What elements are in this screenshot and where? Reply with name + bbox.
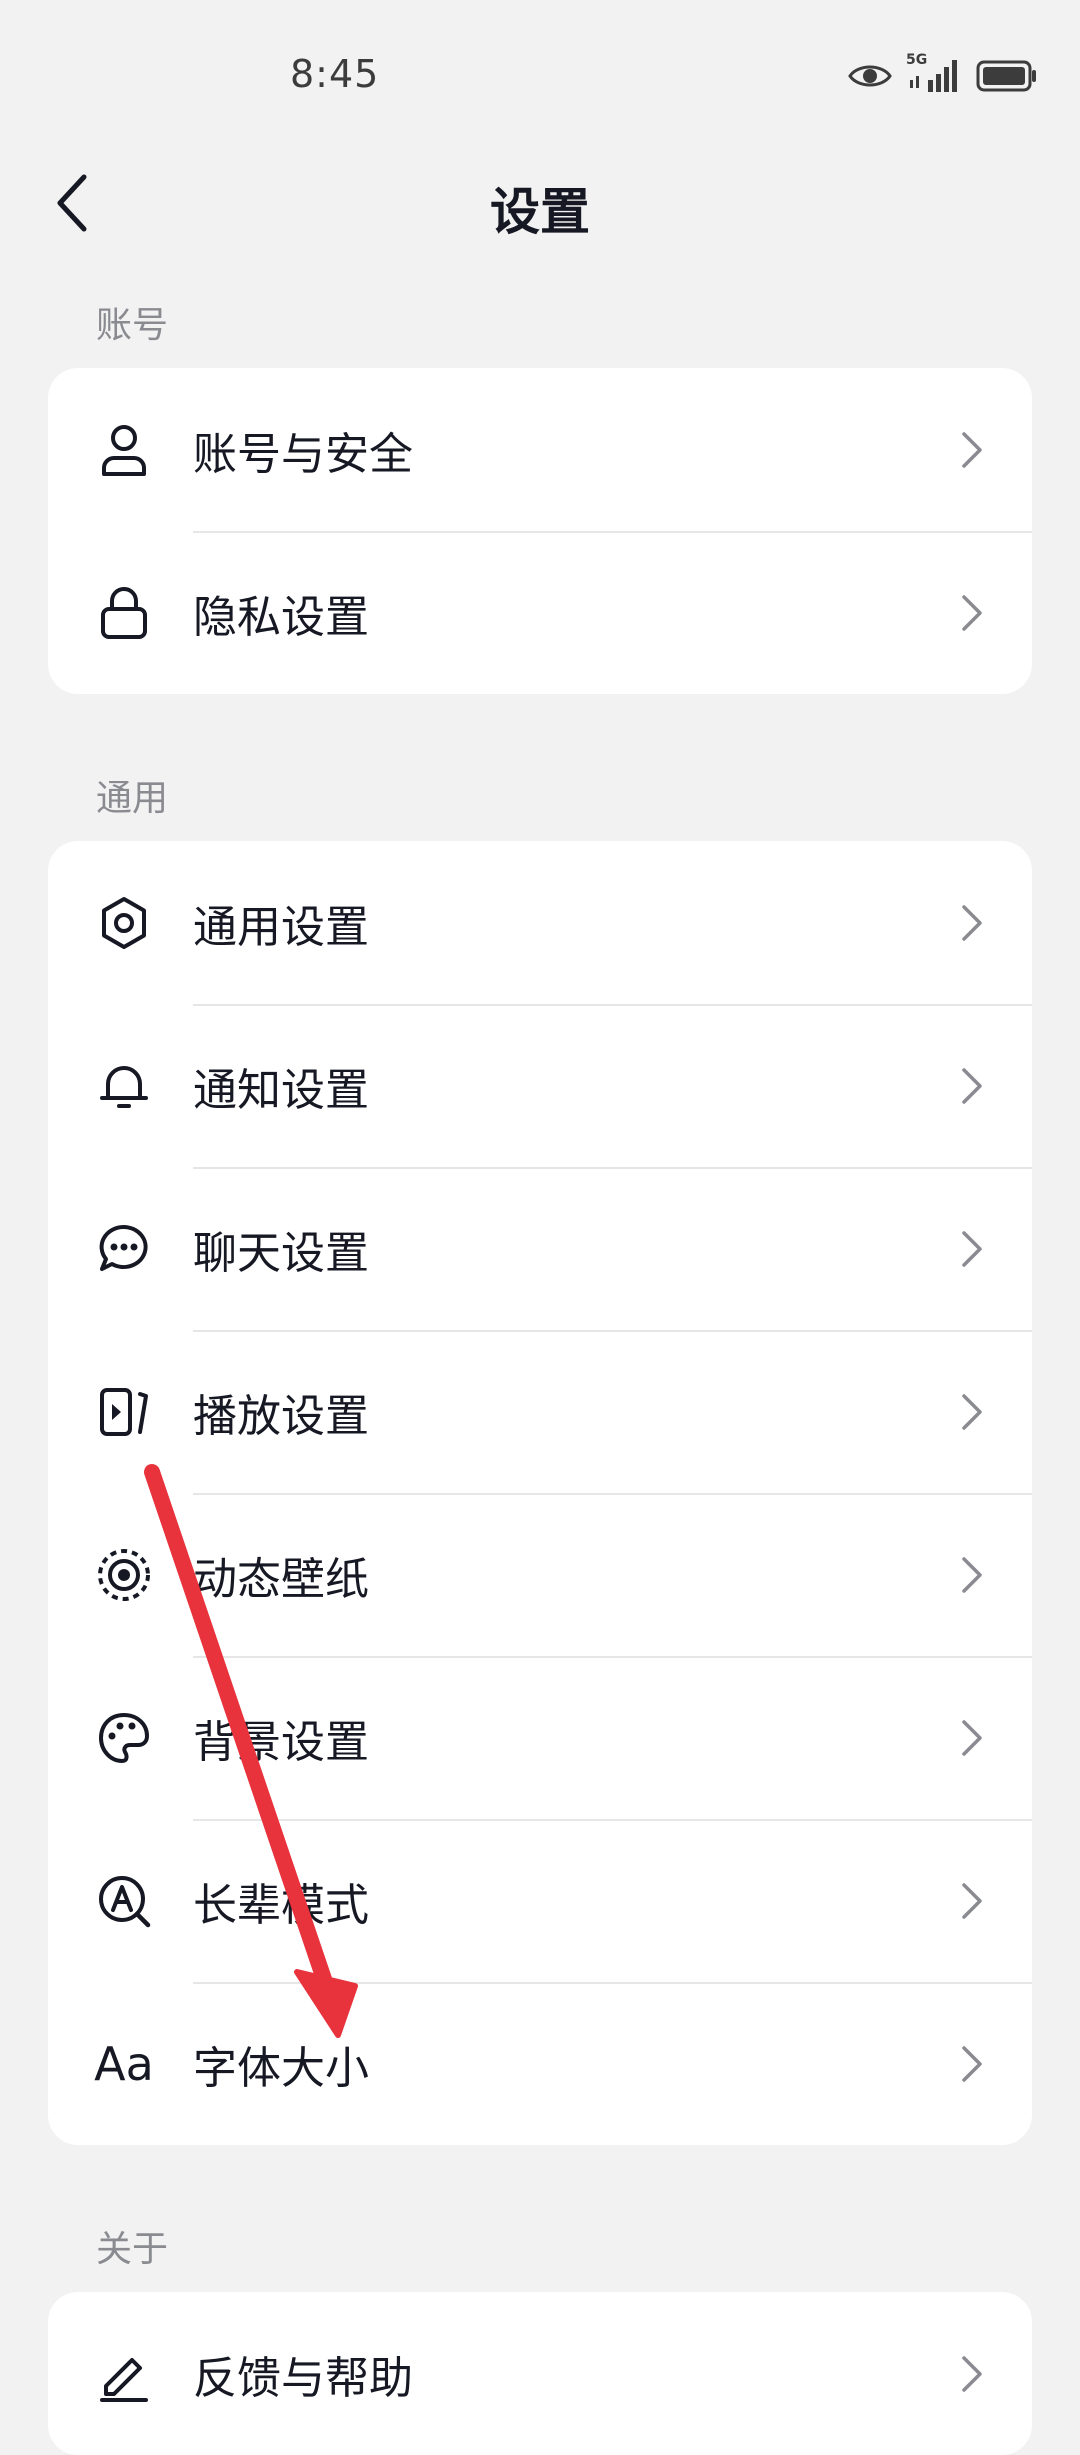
row-label: 动态壁纸 — [193, 1553, 369, 1605]
section-label-general: 通用 — [96, 778, 169, 819]
chevron-right-icon — [962, 1067, 982, 1104]
status-bar: 8:45 5G — [0, 0, 1080, 150]
page-title: 设置 — [490, 183, 590, 241]
lock-icon — [96, 585, 152, 641]
settings-row-font-size[interactable]: Aa 字体大小 — [48, 1982, 1032, 2145]
row-label: 通知设置 — [193, 1064, 369, 1116]
chevron-right-icon — [962, 1230, 982, 1267]
chevron-right-icon — [962, 904, 982, 941]
palette-icon — [96, 1710, 152, 1766]
section-label-account: 账号 — [96, 305, 169, 346]
row-label: 字体大小 — [193, 2042, 369, 2094]
chevron-right-icon — [962, 2045, 982, 2082]
general-card: 通用设置 通知设置 聊天设置 播放设置 动态壁纸 背景设置 长辈模式 Aa 字体… — [48, 841, 1032, 2145]
row-label: 背景设置 — [193, 1716, 369, 1768]
chevron-right-icon — [962, 431, 982, 468]
settings-row-elder-mode[interactable]: 长辈模式 — [48, 1819, 1032, 1982]
chevron-right-icon — [962, 2355, 982, 2392]
signal-icon: 5G — [906, 52, 962, 94]
row-label: 聊天设置 — [193, 1227, 369, 1279]
section-label-about: 关于 — [96, 2229, 169, 2270]
settings-row-playback[interactable]: 播放设置 — [48, 1330, 1032, 1493]
chevron-right-icon — [962, 1882, 982, 1919]
pen-icon — [96, 2346, 152, 2402]
chat-bubble-icon — [96, 1221, 152, 1277]
nav-bar: 设置 — [0, 150, 1080, 260]
font-size-glyph: Aa — [94, 2036, 154, 2091]
settings-row-feedback[interactable]: 反馈与帮助 — [48, 2292, 1032, 2455]
chevron-right-icon — [962, 594, 982, 631]
settings-row-live-wallpaper[interactable]: 动态壁纸 — [48, 1493, 1032, 1656]
settings-row-general[interactable]: 通用设置 — [48, 841, 1032, 1004]
chevron-right-icon — [962, 1393, 982, 1430]
battery-icon — [976, 60, 1036, 92]
settings-row-notifications[interactable]: 通知设置 — [48, 1004, 1032, 1167]
live-wallpaper-icon — [96, 1547, 152, 1603]
row-label: 播放设置 — [193, 1390, 369, 1442]
bell-icon — [96, 1058, 152, 1114]
row-label: 账号与安全 — [193, 428, 413, 480]
settings-row-chat[interactable]: 聊天设置 — [48, 1167, 1032, 1330]
eye-icon — [848, 65, 892, 87]
gear-icon — [96, 895, 152, 951]
play-icon — [96, 1384, 152, 1440]
status-icons: 5G — [848, 52, 1038, 94]
settings-row-background[interactable]: 背景设置 — [48, 1656, 1032, 1819]
account-card: 账号与安全 隐私设置 — [48, 368, 1032, 694]
font-size-icon: Aa — [94, 2036, 154, 2092]
row-label: 长辈模式 — [193, 1879, 369, 1931]
settings-row-account-security[interactable]: 账号与安全 — [48, 368, 1032, 531]
about-card: 反馈与帮助 — [48, 2292, 1032, 2455]
status-time: 8:45 — [290, 52, 380, 96]
chevron-right-icon — [962, 1719, 982, 1756]
person-icon — [96, 422, 152, 478]
elder-mode-icon — [96, 1873, 152, 1929]
row-label: 反馈与帮助 — [193, 2352, 413, 2404]
row-label: 通用设置 — [193, 901, 369, 953]
chevron-right-icon — [962, 1556, 982, 1593]
row-label: 隐私设置 — [193, 591, 369, 643]
settings-row-privacy[interactable]: 隐私设置 — [48, 531, 1032, 694]
